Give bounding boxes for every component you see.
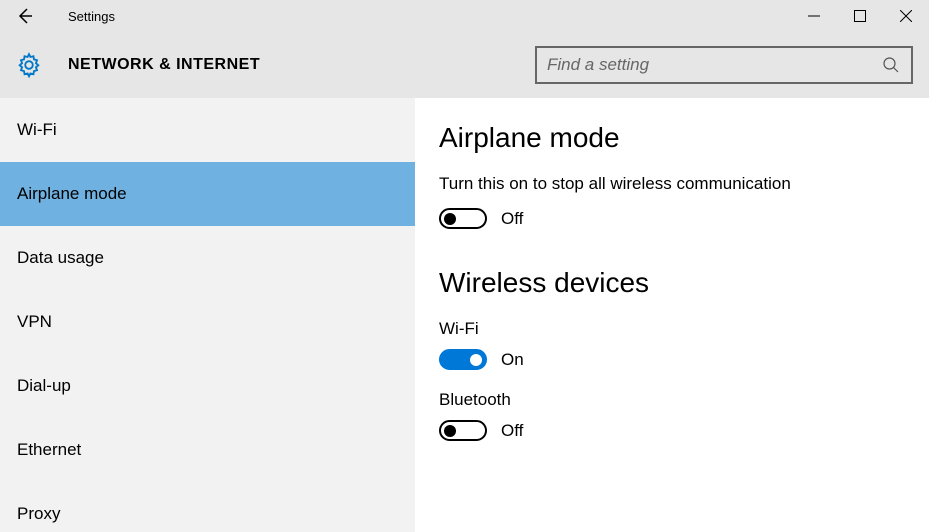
- airplane-mode-toggle-label: Off: [501, 209, 523, 229]
- wifi-toggle-label: On: [501, 350, 524, 370]
- search-box[interactable]: [535, 46, 913, 84]
- sidebar-item-label: Dial-up: [17, 376, 71, 396]
- toggle-knob: [444, 213, 456, 225]
- sidebar: Wi-Fi Airplane mode Data usage VPN Dial-…: [0, 98, 415, 532]
- bluetooth-device-label: Bluetooth: [439, 390, 905, 410]
- sidebar-item-label: VPN: [17, 312, 52, 332]
- bluetooth-toggle-label: Off: [501, 421, 523, 441]
- sidebar-item-label: Ethernet: [17, 440, 81, 460]
- section-title-wireless-devices: Wireless devices: [439, 267, 905, 299]
- page-category-title: NETWORK & INTERNET: [68, 56, 260, 74]
- sidebar-item-label: Wi-Fi: [17, 120, 57, 140]
- sidebar-item-airplane-mode[interactable]: Airplane mode: [0, 162, 415, 226]
- section-title-airplane-mode: Airplane mode: [439, 122, 905, 154]
- gear-icon: [16, 52, 42, 78]
- sidebar-item-proxy[interactable]: Proxy: [0, 482, 415, 532]
- toggle-knob: [444, 425, 456, 437]
- sidebar-item-label: Data usage: [17, 248, 104, 268]
- sidebar-item-vpn[interactable]: VPN: [0, 290, 415, 354]
- sidebar-item-wifi[interactable]: Wi-Fi: [0, 98, 415, 162]
- sidebar-item-ethernet[interactable]: Ethernet: [0, 418, 415, 482]
- minimize-icon: [808, 10, 820, 22]
- airplane-mode-toggle[interactable]: [439, 208, 487, 229]
- maximize-icon: [854, 10, 866, 22]
- wifi-toggle-row: On: [439, 349, 905, 370]
- wifi-device-label: Wi-Fi: [439, 319, 905, 339]
- close-button[interactable]: [883, 0, 929, 32]
- toggle-knob: [470, 354, 482, 366]
- bluetooth-toggle[interactable]: [439, 420, 487, 441]
- titlebar: Settings: [0, 0, 929, 32]
- header: NETWORK & INTERNET: [0, 32, 929, 98]
- maximize-button[interactable]: [837, 0, 883, 32]
- content-area: Wi-Fi Airplane mode Data usage VPN Dial-…: [0, 98, 929, 532]
- close-icon: [900, 10, 912, 22]
- sidebar-item-data-usage[interactable]: Data usage: [0, 226, 415, 290]
- sidebar-item-label: Proxy: [17, 504, 60, 524]
- minimize-button[interactable]: [791, 0, 837, 32]
- window-title: Settings: [68, 9, 115, 24]
- sidebar-item-label: Airplane mode: [17, 184, 127, 204]
- main-panel: Airplane mode Turn this on to stop all w…: [415, 98, 929, 532]
- section-description: Turn this on to stop all wireless commun…: [439, 174, 905, 194]
- back-arrow-icon: [15, 7, 33, 25]
- back-button[interactable]: [10, 2, 38, 30]
- search-icon[interactable]: [881, 55, 901, 75]
- bluetooth-toggle-row: Off: [439, 420, 905, 441]
- sidebar-item-dial-up[interactable]: Dial-up: [0, 354, 415, 418]
- airplane-mode-toggle-row: Off: [439, 208, 905, 229]
- settings-gear-icon[interactable]: [16, 52, 42, 78]
- search-input[interactable]: [547, 55, 881, 75]
- wifi-toggle[interactable]: [439, 349, 487, 370]
